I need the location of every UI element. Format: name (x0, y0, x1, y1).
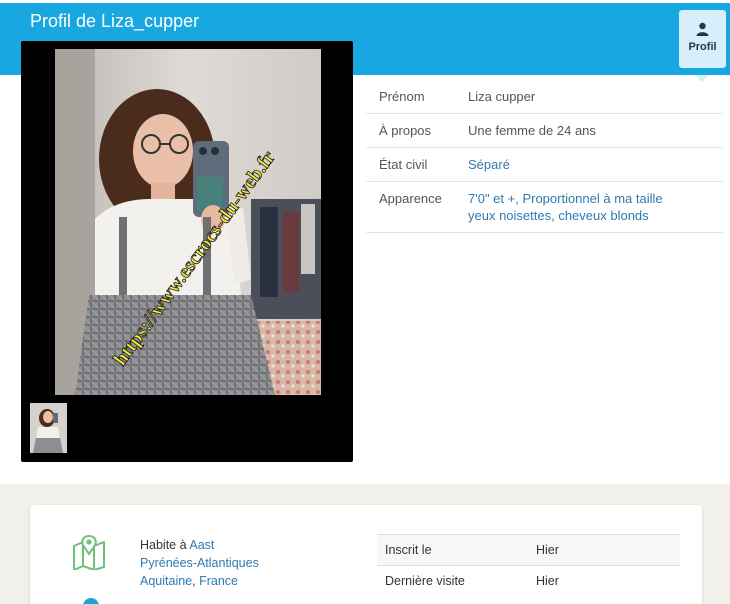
detail-value: Liza cupper (468, 80, 723, 114)
detail-row-prenom: Prénom Liza cupper (366, 80, 723, 114)
city-link[interactable]: Aast (189, 538, 214, 552)
detail-label: Apparence (366, 181, 468, 233)
detail-label: État civil (366, 147, 468, 182)
thumbnail-image (30, 403, 67, 453)
location-info: Habite à Aast Pyrénées-Atlantiques Aquit… (140, 536, 259, 590)
apparence-line-2[interactable]: yeux noisettes, cheveux blonds (468, 207, 723, 224)
main-profile-photo[interactable]: https://www.escrocs-du-web.fr (55, 49, 321, 395)
location-prefix: Habite à (140, 538, 187, 552)
photo-gallery: https://www.escrocs-du-web.fr (21, 41, 353, 462)
profile-photo-image: https://www.escrocs-du-web.fr (55, 49, 321, 395)
stat-row-inscrit: Inscrit le Hier (377, 534, 680, 566)
detail-value-link[interactable]: Séparé (468, 147, 723, 182)
photo-thumbnail[interactable] (30, 403, 67, 453)
stat-row-derniere-visite: Dernière visite Hier (377, 565, 680, 596)
stat-label: Dernière visite (377, 565, 528, 596)
page-title: Profil de Liza_cupper (30, 11, 200, 31)
stat-label: Inscrit le (377, 534, 528, 566)
stat-value: Hier (528, 565, 680, 596)
location-line-city: Habite à Aast (140, 536, 259, 554)
department-link[interactable]: Pyrénées-Atlantiques (140, 554, 259, 572)
detail-label: À propos (366, 113, 468, 148)
location-line-region: Aquitaine, France (140, 572, 259, 590)
region-link[interactable]: Aquitaine (140, 574, 192, 588)
detail-label: Prénom (366, 80, 468, 114)
user-icon (696, 22, 709, 36)
location-separator: , (192, 574, 196, 588)
membership-stats-table: Inscrit le Hier Dernière visite Hier (377, 534, 680, 596)
detail-value-link[interactable]: 7'0" et +, Proportionnel à ma taille yeu… (468, 181, 723, 233)
tab-profil-label: Profil (688, 41, 717, 53)
profile-details-table: Prénom Liza cupper À propos Une femme de… (366, 80, 723, 233)
tab-profil[interactable]: Profil (679, 10, 726, 68)
detail-row-a-propos: À propos Une femme de 24 ans (366, 113, 723, 148)
detail-value: Une femme de 24 ans (468, 113, 723, 148)
map-pin-icon (73, 534, 105, 570)
detail-row-apparence: Apparence 7'0" et +, Proportionnel à ma … (366, 181, 723, 233)
country-link[interactable]: France (199, 574, 238, 588)
detail-row-etat-civil: État civil Séparé (366, 147, 723, 182)
stat-value: Hier (528, 534, 680, 566)
apparence-line-1[interactable]: 7'0" et +, Proportionnel à ma taille (468, 190, 723, 207)
